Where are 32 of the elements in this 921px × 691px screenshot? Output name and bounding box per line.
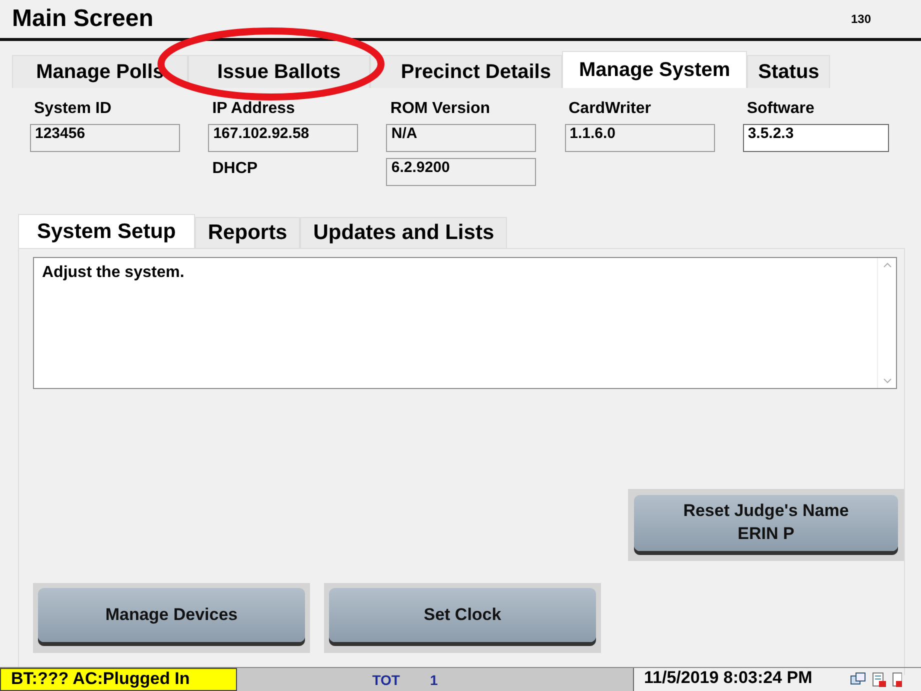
field-label: ROM Version (389, 100, 490, 118)
tab[interactable]: Status (747, 55, 830, 88)
windows-icon[interactable] (850, 672, 866, 688)
action-button[interactable]: Set Clock (329, 588, 596, 642)
tab[interactable]: Issue Ballots (188, 55, 370, 88)
reset-judge-button[interactable]: Reset Judge's Name ERIN P (634, 495, 898, 551)
tab[interactable]: Reports (194, 217, 300, 248)
tab[interactable]: Precinct Details (370, 55, 562, 88)
field-label: IP Address (211, 100, 295, 118)
action-button[interactable]: Manage Devices (38, 588, 305, 642)
screen-number: 130 (850, 12, 871, 26)
tab[interactable]: System Setup (18, 214, 195, 248)
field-label: CardWriter (568, 100, 651, 118)
window-title: Main Screen (12, 5, 154, 33)
power-status: BT:??? AC:Plugged In (0, 668, 237, 691)
description-text: Adjust the system. (41, 263, 186, 283)
tot-value: 1 (430, 672, 438, 688)
tab[interactable]: Manage System (562, 51, 748, 88)
tab[interactable]: Manage Polls (12, 55, 188, 88)
document-error-icon[interactable] (871, 672, 887, 688)
field-label: DHCP (211, 159, 259, 179)
text-field[interactable]: 167.102.92.58 (208, 124, 358, 152)
text-field[interactable]: 6.2.9200 (386, 158, 536, 186)
field-label: System ID (33, 100, 112, 118)
text-field[interactable]: 123456 (30, 124, 180, 152)
text-field[interactable]: 1.1.6.0 (564, 124, 715, 152)
field-label: Software (746, 100, 814, 118)
tot-label: TOT (372, 672, 400, 688)
document-error-icon[interactable] (892, 672, 902, 688)
text-field[interactable]: 3.5.2.3 (742, 124, 889, 152)
text-field[interactable]: N/A (386, 124, 536, 152)
tab[interactable]: Updates and Lists (300, 217, 508, 248)
